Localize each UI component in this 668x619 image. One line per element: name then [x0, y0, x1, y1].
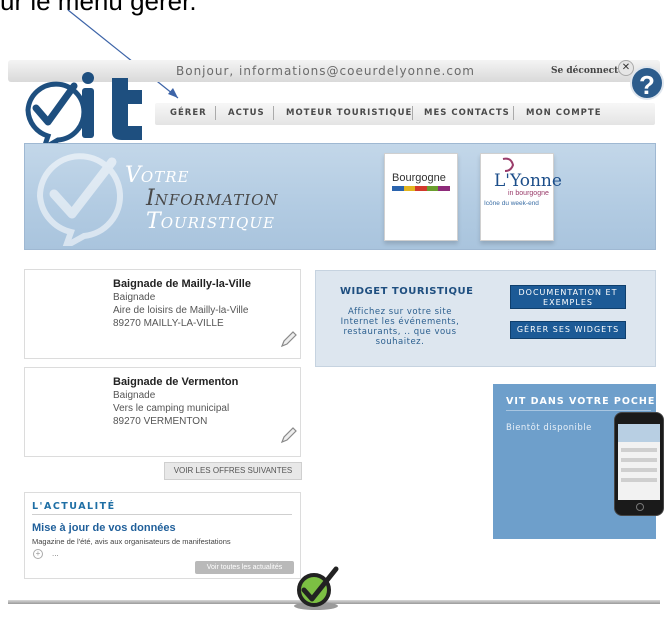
news-ellipsis: ... [52, 549, 59, 558]
documentation-button[interactable]: DOCUMENTATION ET EXEMPLES [510, 285, 626, 309]
listing-type: Baignade [113, 390, 156, 401]
news-title[interactable]: Mise à jour de vos données [32, 522, 176, 534]
expand-plus-icon[interactable]: + [33, 549, 43, 559]
listing-type: Baignade [113, 292, 156, 303]
nav-separator [412, 106, 413, 120]
bourgogne-color-bar [392, 186, 450, 191]
news-subtitle: Magazine de l'été, avis aux organisateur… [32, 537, 231, 546]
mobile-subtitle: Bientôt disponible [506, 423, 592, 433]
checkmark-logo-icon [294, 566, 339, 610]
nav-item-mon-compte[interactable]: MON COMPTE [526, 108, 602, 118]
listing-city: 89270 MAILLY-LA-VILLE [113, 318, 224, 329]
nav-item-mes-contacts[interactable]: MES CONTACTS [424, 108, 510, 118]
nav-separator [273, 106, 274, 120]
phone-home-button [636, 503, 644, 511]
tagline-touristique: TOURISTIQUE [146, 209, 275, 234]
phone-screen-header [618, 424, 660, 442]
phone-screen-row [621, 458, 657, 462]
listing-city: 89270 VERMENTON [113, 416, 208, 427]
mobile-divider [506, 410, 651, 411]
partner-yonne[interactable] [480, 153, 554, 241]
widget-title: WIDGET TOURISTIQUE [340, 286, 474, 297]
all-news-button[interactable]: Voir toutes les actualités [195, 561, 294, 574]
greeting-text: Bonjour, informations@coeurdelyonne.com [176, 64, 475, 78]
listing-title[interactable]: Baignade de Mailly-la-Ville [113, 278, 251, 290]
listing-address: Vers le camping municipal [113, 403, 230, 414]
yonne-tagline: Icône du week-end [484, 200, 539, 207]
manage-widgets-button[interactable]: GÉRER SES WIDGETS [510, 321, 626, 339]
phone-screen-row [621, 468, 657, 472]
edit-pencil-icon[interactable] [279, 427, 297, 445]
nav-item-gerer[interactable]: GÉRER [170, 108, 207, 118]
tagline-votre: VOTRE [125, 163, 190, 188]
yonne-name: L'Yonne [494, 171, 562, 191]
phone-screen-row [621, 478, 657, 482]
edit-pencil-icon[interactable] [279, 331, 297, 349]
news-divider [32, 514, 292, 515]
vit-logo[interactable] [20, 70, 150, 150]
nav-item-moteur-touristique[interactable]: MOTEUR TOURISTIQUE [286, 108, 412, 118]
nav-separator [215, 106, 216, 120]
nav-separator [513, 106, 514, 120]
widget-description: Affichez sur votre site Internet les évé… [340, 307, 460, 347]
partner-bourgogne[interactable] [384, 153, 458, 241]
mobile-title: VIT DANS VOTRE POCHE [506, 396, 656, 407]
listing-address: Aire de loisirs de Mailly-la-Ville [113, 305, 249, 316]
yonne-in-bourgogne: in bourgogne [508, 190, 549, 197]
more-offers-button[interactable]: VOIR LES OFFRES SUIVANTES [164, 462, 302, 480]
nav-item-actus[interactable]: ACTUS [228, 108, 265, 118]
bourgogne-name: Bourgogne [392, 172, 446, 184]
tagline-information: INFORMATION [146, 186, 279, 211]
phone-screen-row [621, 448, 657, 452]
checkmark-watermark-icon [36, 153, 123, 246]
annotation-caption: ur le menu gérer. [0, 0, 197, 16]
news-heading: L'ACTUALITÉ [32, 501, 116, 512]
listing-title[interactable]: Baignade de Vermenton [113, 376, 238, 388]
help-button[interactable]: ? [630, 66, 664, 100]
